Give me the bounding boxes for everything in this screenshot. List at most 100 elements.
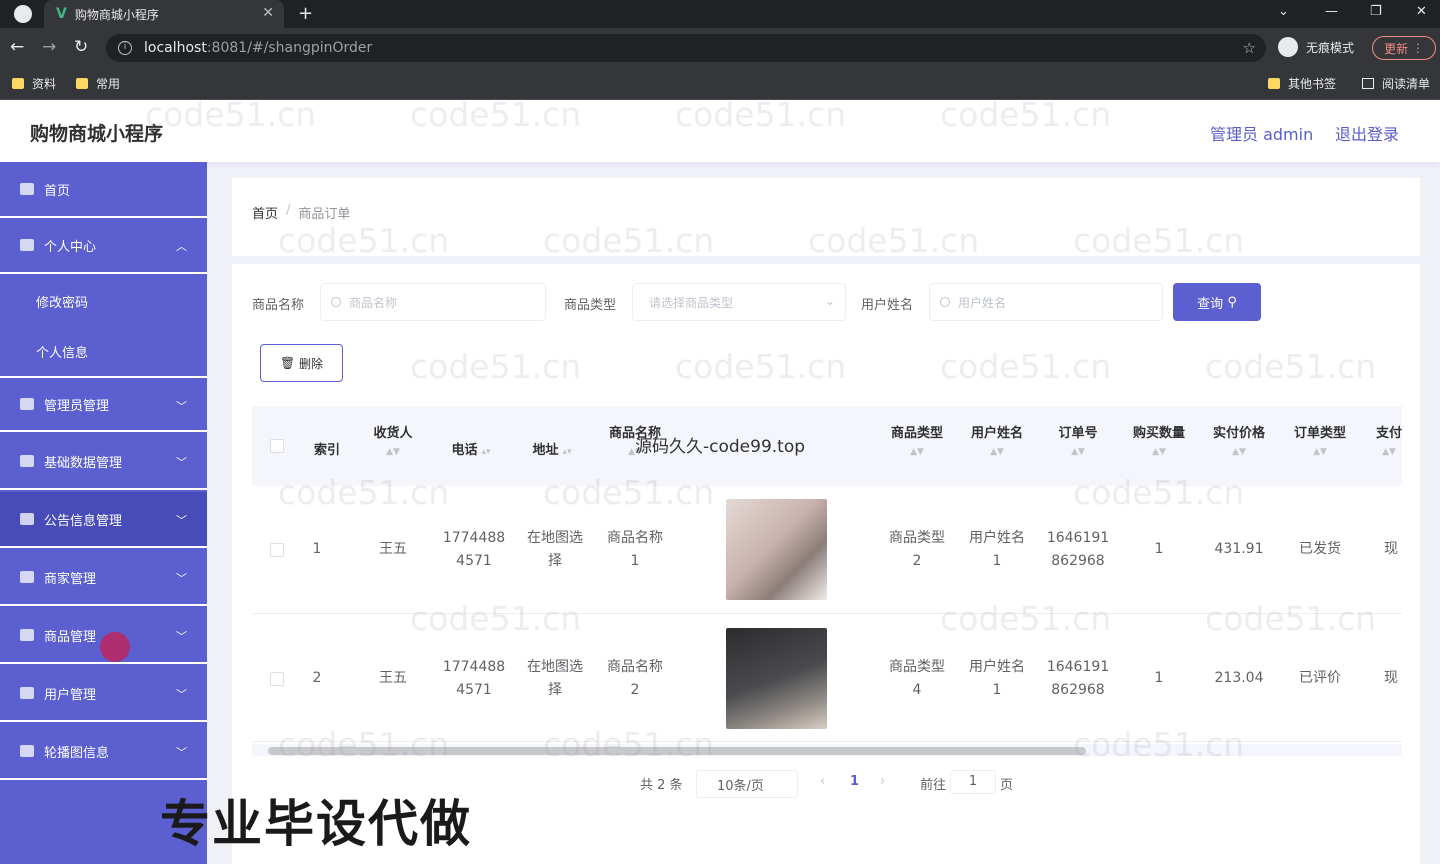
next-page-icon[interactable]: › (880, 774, 885, 789)
col-label: 订单号 (1058, 426, 1098, 441)
cell-line: 用户姓名 (969, 659, 1025, 675)
sort-icon[interactable]: ▲▼ (1280, 447, 1360, 457)
cell-order-no: 1646191 862968 (1040, 656, 1116, 702)
scrollbar-thumb[interactable] (268, 747, 1086, 755)
cell-phone: 1774488 4571 (432, 527, 516, 573)
sidebar-subitem-change-password[interactable]: 修改密码 (0, 276, 207, 326)
cell-payment: 现 (1384, 541, 1398, 557)
search-icon (331, 297, 341, 307)
product-image[interactable] (726, 628, 827, 729)
reload-icon[interactable]: ↻ (74, 37, 88, 57)
sort-icon[interactable]: ▲▼ (1040, 447, 1116, 457)
sidebar-item-users[interactable]: 用户管理 ﹀ (0, 666, 207, 722)
bookmark-label: 资料 (32, 77, 57, 91)
bookmark-folder-0[interactable]: 资料 (12, 75, 56, 92)
new-tab-icon[interactable]: + (298, 3, 313, 24)
cell-product-name: 商品名称 2 (596, 656, 674, 702)
input-placeholder: 用户姓名 (958, 295, 1007, 310)
cell-line: 择 (548, 682, 562, 698)
chevron-down-icon: ⌄ (824, 294, 835, 308)
back-icon[interactable]: ← (10, 37, 24, 57)
sort-icon[interactable]: ▴▾ (481, 447, 490, 457)
reading-list-icon (1362, 78, 1374, 89)
sidebar-item-home[interactable]: 首页 (0, 162, 207, 218)
page-size-select[interactable]: 10条/页 (696, 770, 798, 798)
minimize-icon[interactable]: — (1325, 4, 1338, 19)
url-host: localhost (144, 40, 207, 56)
window-close-icon[interactable]: ✕ (1416, 4, 1427, 19)
search-button[interactable]: 查询 ⚲ (1173, 283, 1261, 321)
col-label: 支付 (1375, 426, 1402, 441)
delete-button[interactable]: 🗑 删除 (260, 344, 343, 382)
user-name-input[interactable]: 用户姓名 (929, 283, 1163, 321)
col-receiver[interactable]: 收货人 ▲▼ (362, 422, 424, 457)
sort-icon[interactable]: ▲▼ (362, 447, 424, 457)
select-all-checkbox[interactable] (270, 439, 284, 453)
browser-tab[interactable]: V 购物商城小程序 ✕ (44, 0, 284, 28)
prev-page-icon[interactable]: ‹ (820, 774, 825, 789)
breadcrumb-home[interactable]: 首页 (252, 203, 278, 222)
sidebar-subitem-personal-info[interactable]: 个人信息 (0, 326, 207, 376)
col-quantity[interactable]: 购买数量 ▲▼ (1120, 422, 1198, 457)
sidebar-item-merchants[interactable]: 商家管理 ﹀ (0, 550, 207, 606)
incognito-indicator[interactable]: 无痕模式 (1278, 37, 1354, 57)
sort-icon[interactable]: ▲▼ (1120, 447, 1198, 457)
cell-index: 2 (312, 670, 322, 686)
col-payment[interactable]: 支付 ▲▼ (1364, 422, 1402, 457)
cell-order-no: 1646191 862968 (1040, 527, 1116, 573)
update-button[interactable]: 更新 ⋮ (1372, 36, 1436, 60)
cell-line: 在地图选 (527, 659, 583, 675)
col-label: 电话 (451, 443, 478, 458)
row-checkbox[interactable] (270, 543, 284, 557)
sidebar-item-label: 商品管理 (44, 629, 97, 645)
col-index[interactable]: 索引 (302, 439, 352, 458)
col-product-type[interactable]: 商品类型 ▲▼ (878, 422, 956, 457)
sidebar-item-personal-center[interactable]: 个人中心 ︿ (0, 218, 207, 274)
product-type-select[interactable]: 请选择商品类型 ⌄ (632, 283, 846, 321)
sidebar-item-label: 首页 (44, 183, 71, 199)
sort-icon[interactable]: ▴▾ (562, 447, 571, 457)
url-field[interactable]: i localhost:8081/#/shangpinOrder ☆ (106, 34, 1266, 62)
chevron-down-icon: ﹀ (176, 400, 187, 413)
col-order-type[interactable]: 订单类型 ▲▼ (1280, 422, 1360, 457)
product-image[interactable] (726, 499, 827, 600)
sidebar-item-admin[interactable]: 管理员管理 ﹀ (0, 376, 207, 432)
col-user-name[interactable]: 用户姓名 ▲▼ (958, 422, 1036, 457)
table-row[interactable]: 2 王五 1774488 4571 在地图选择 商品名称 2 商品类型 4 用户姓名 1… (252, 614, 1402, 742)
folder-icon (76, 78, 88, 89)
chevron-up-icon: ︿ (176, 240, 187, 253)
reading-list[interactable]: 阅读清单 (1362, 75, 1430, 92)
row-checkbox[interactable] (270, 672, 284, 686)
current-page[interactable]: 1 (850, 774, 859, 789)
sidebar-item-announcements[interactable]: 公告信息管理 ﹀ (0, 492, 207, 548)
site-info-icon[interactable]: i (118, 41, 132, 55)
sort-icon[interactable]: ▲▼ (1200, 447, 1278, 457)
col-label: 索引 (313, 443, 340, 458)
chevron-down-icon: ﹀ (176, 688, 187, 701)
cell-line: 1646191 (1046, 659, 1110, 675)
sidebar-item-basic-data[interactable]: 基础数据管理 ﹀ (0, 434, 207, 490)
table-row[interactable]: 1 王五 1774488 4571 在地图选择 商品名称 1 商品类型 2 用户姓名 1… (252, 486, 1402, 614)
bookmark-folder-1[interactable]: 常用 (76, 75, 120, 92)
url-path: :8081/#/shangpinOrder (206, 40, 373, 56)
tab-close-icon[interactable]: ✕ (262, 5, 274, 21)
other-bookmarks[interactable]: 其他书签 (1268, 75, 1336, 92)
sort-icon[interactable]: ▲▼ (958, 447, 1036, 457)
goto-page-input[interactable]: 1 (950, 770, 996, 794)
horizontal-scrollbar[interactable] (252, 744, 1402, 756)
bookmark-star-icon[interactable]: ☆ (1243, 39, 1256, 57)
filter-user-label: 用户姓名 (861, 298, 914, 313)
logout-link[interactable]: 退出登录 (1335, 121, 1399, 145)
col-order-no[interactable]: 订单号 ▲▼ (1040, 422, 1116, 457)
restore-icon[interactable]: ❐ (1370, 4, 1382, 19)
product-name-input[interactable]: 商品名称 (320, 283, 546, 321)
col-address[interactable]: 地址 ▴▾ (514, 439, 590, 458)
tab-search-icon[interactable]: ⌄ (1278, 4, 1289, 19)
cell-product-type: 商品类型 4 (878, 656, 956, 702)
sort-icon[interactable]: ▲▼ (1364, 447, 1402, 457)
forward-icon[interactable]: → (42, 37, 56, 57)
sidebar-item-carousel[interactable]: 轮播图信息 ﹀ (0, 724, 207, 780)
col-price[interactable]: 实付价格 ▲▼ (1200, 422, 1278, 457)
col-phone[interactable]: 电话 ▴▾ (432, 439, 510, 458)
sort-icon[interactable]: ▲▼ (878, 447, 956, 457)
